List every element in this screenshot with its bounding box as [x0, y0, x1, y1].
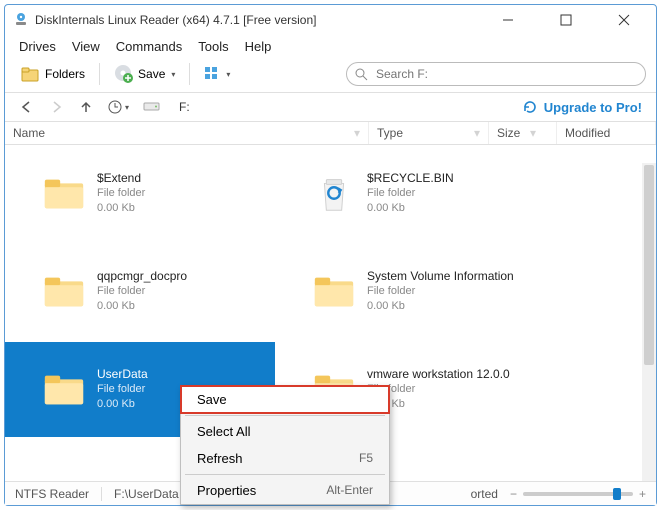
file-name: UserData — [97, 366, 148, 382]
filter-icon: ▾ — [474, 126, 480, 140]
search-box[interactable] — [346, 62, 646, 86]
ctx-select-all[interactable]: Select All — [181, 418, 389, 445]
file-type: File folder — [97, 382, 148, 397]
ctx-save[interactable]: Save — [181, 386, 389, 413]
file-tile[interactable]: $ExtendFile folder0.00 Kb — [5, 145, 275, 240]
ctx-refresh[interactable]: RefreshF5 — [181, 445, 389, 472]
column-headers: Name▾ Type▾ Size▾ Modified — [5, 122, 656, 145]
toolbar-divider — [99, 63, 100, 85]
ctx-separator — [185, 474, 385, 475]
minimize-button[interactable] — [488, 7, 528, 33]
path-label: F: — [179, 100, 190, 114]
file-name: qqpcmgr_docpro — [97, 268, 187, 284]
filter-icon: ▾ — [354, 126, 360, 140]
zoom-in-icon[interactable]: + — [639, 487, 646, 501]
chevron-down-icon: ▾ — [171, 70, 175, 79]
menu-tools[interactable]: Tools — [198, 39, 228, 54]
file-name: System Volume Information — [367, 268, 514, 284]
ctx-properties[interactable]: PropertiesAlt-Enter — [181, 477, 389, 504]
file-tile-text: System Volume InformationFile folder0.00… — [367, 268, 514, 314]
app-window: DiskInternals Linux Reader (x64) 4.7.1 [… — [4, 4, 657, 506]
file-name: $Extend — [97, 170, 145, 186]
file-tile-text: UserDataFile folder0.00 Kb — [97, 366, 148, 412]
scrollbar[interactable] — [642, 163, 656, 481]
ctx-separator — [185, 415, 385, 416]
filter-icon: ▾ — [530, 126, 536, 140]
file-type: File folder — [367, 186, 454, 201]
save-disk-icon — [114, 64, 134, 84]
file-size: 0.00 Kb — [367, 299, 514, 314]
file-tile[interactable]: qqpcmgr_docproFile folder0.00 Kb — [5, 243, 275, 338]
toolbar-folders-button[interactable]: Folders — [15, 63, 91, 85]
menu-commands[interactable]: Commands — [116, 39, 182, 54]
app-icon — [13, 12, 29, 28]
window-title: DiskInternals Linux Reader (x64) 4.7.1 [… — [35, 13, 488, 27]
toolbar-view-button[interactable]: ▾ — [198, 64, 236, 84]
chevron-down-icon: ▾ — [226, 70, 230, 79]
upgrade-label: Upgrade to Pro! — [544, 100, 642, 115]
toolbar-divider — [189, 63, 190, 85]
file-type: File folder — [97, 186, 145, 201]
window-buttons — [488, 7, 648, 33]
menu-drives[interactable]: Drives — [19, 39, 56, 54]
nav-row: ▾ F: Upgrade to Pro! — [5, 93, 656, 122]
refresh-icon — [522, 99, 538, 115]
nav-history-button[interactable]: ▾ — [107, 99, 129, 115]
toolbar-save-label: Save — [138, 67, 165, 81]
file-tile-text: $ExtendFile folder0.00 Kb — [97, 170, 145, 216]
folders-icon — [21, 65, 41, 83]
context-menu: Save Select All RefreshF5 PropertiesAlt-… — [180, 385, 390, 505]
file-size: 0.00 Kb — [97, 299, 187, 314]
toolbar-save-button[interactable]: Save ▾ — [108, 62, 181, 86]
toolbar-folders-label: Folders — [45, 67, 85, 81]
file-type: File folder — [367, 284, 514, 299]
search-icon — [355, 68, 368, 81]
scrollbar-thumb[interactable] — [644, 165, 654, 365]
menu-help[interactable]: Help — [245, 39, 272, 54]
grid-view-icon — [204, 66, 220, 82]
status-reader: NTFS Reader — [15, 487, 102, 501]
column-type[interactable]: Type▾ — [369, 122, 489, 144]
file-size: 0.00 Kb — [97, 397, 148, 412]
file-name: vmware workstation 12.0.0 — [367, 366, 510, 382]
toolbar: Folders Save ▾ ▾ — [5, 60, 656, 93]
nav-back-button[interactable] — [19, 100, 35, 114]
column-name[interactable]: Name▾ — [5, 122, 369, 144]
nav-forward-button[interactable] — [49, 100, 65, 114]
drive-icon — [143, 101, 161, 113]
file-tile-text: $RECYCLE.BINFile folder0.00 Kb — [367, 170, 454, 216]
upgrade-link[interactable]: Upgrade to Pro! — [522, 99, 642, 115]
close-button[interactable] — [604, 7, 644, 33]
search-input[interactable] — [374, 66, 637, 82]
file-size: 0.00 Kb — [97, 201, 145, 216]
zoom-thumb[interactable] — [613, 488, 621, 500]
titlebar: DiskInternals Linux Reader (x64) 4.7.1 [… — [5, 5, 656, 35]
status-sort: orted — [471, 487, 498, 501]
maximize-button[interactable] — [546, 7, 586, 33]
zoom-track[interactable] — [523, 492, 633, 496]
nav-up-button[interactable] — [79, 100, 93, 114]
menu-view[interactable]: View — [72, 39, 100, 54]
zoom-slider[interactable]: − + — [510, 487, 646, 501]
column-size[interactable]: Size▾ — [489, 122, 557, 144]
file-tile[interactable]: System Volume InformationFile folder0.00… — [275, 243, 635, 338]
menu-bar: Drives View Commands Tools Help — [5, 35, 656, 60]
file-name: $RECYCLE.BIN — [367, 170, 454, 186]
file-tile[interactable]: $RECYCLE.BINFile folder0.00 Kb — [275, 145, 635, 240]
file-tile-text: qqpcmgr_docproFile folder0.00 Kb — [97, 268, 187, 314]
zoom-out-icon[interactable]: − — [510, 487, 517, 501]
file-size: 0.00 Kb — [367, 201, 454, 216]
file-type: File folder — [97, 284, 187, 299]
column-modified[interactable]: Modified — [557, 122, 656, 144]
